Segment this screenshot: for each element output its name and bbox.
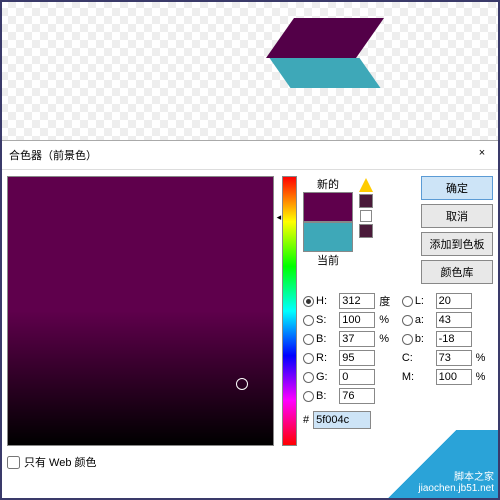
cancel-button[interactable]: 取消 xyxy=(421,204,493,228)
hue-slider[interactable]: ◂ xyxy=(282,176,297,446)
add-swatch-button[interactable]: 添加到色板 xyxy=(421,232,493,256)
input-bc[interactable] xyxy=(339,388,375,404)
web-colors-checkbox[interactable] xyxy=(7,456,20,469)
radio-b[interactable] xyxy=(402,334,413,345)
current-color-swatch[interactable] xyxy=(303,222,353,252)
radio-s[interactable] xyxy=(303,315,314,326)
saturation-brightness-field[interactable] xyxy=(7,176,274,446)
cube-icon[interactable] xyxy=(360,210,372,222)
cube-mini-swatch[interactable] xyxy=(359,224,373,238)
dialog-title: 合色器（前景色） xyxy=(9,147,97,163)
watermark: 脚本之家 jiaochen.jb51.net xyxy=(380,430,500,500)
input-hex[interactable] xyxy=(313,411,371,429)
right-panel: 新的 当前 确定 取消 添加到色板 颜色库 xyxy=(303,176,493,470)
gamut-warning-icon[interactable] xyxy=(359,178,373,192)
close-icon[interactable]: × xyxy=(473,147,491,163)
input-bv[interactable] xyxy=(339,331,375,347)
radio-h[interactable] xyxy=(303,296,314,307)
radio-r[interactable] xyxy=(303,353,314,364)
ok-button[interactable]: 确定 xyxy=(421,176,493,200)
input-m[interactable] xyxy=(436,369,472,385)
canvas-area xyxy=(0,0,500,140)
radio-a[interactable] xyxy=(402,315,413,326)
cube-bottom-face xyxy=(269,58,380,88)
input-l[interactable] xyxy=(436,293,472,309)
input-c[interactable] xyxy=(436,350,472,366)
color-value-fields: H:度 L: S:% a: B:% b: R: C:% G: M:% B: xyxy=(303,293,493,404)
color-field-panel: ◂ 只有 Web 颜色 xyxy=(7,176,297,470)
input-h[interactable] xyxy=(339,293,375,309)
radio-bc[interactable] xyxy=(303,391,314,402)
input-b[interactable] xyxy=(436,331,472,347)
gamut-mini-swatch[interactable] xyxy=(359,194,373,208)
new-label: 新的 xyxy=(303,176,353,192)
radio-g[interactable] xyxy=(303,372,314,383)
hex-prefix: # xyxy=(303,414,309,426)
radio-bv[interactable] xyxy=(303,334,314,345)
hue-marker: ◂ xyxy=(277,212,282,223)
color-libraries-button[interactable]: 颜色库 xyxy=(421,260,493,284)
input-s[interactable] xyxy=(339,312,375,328)
radio-l[interactable] xyxy=(402,296,413,307)
new-color-swatch[interactable] xyxy=(303,192,353,222)
input-r[interactable] xyxy=(339,350,375,366)
current-label: 当前 xyxy=(303,252,353,268)
titlebar: 合色器（前景色） × xyxy=(1,141,499,170)
web-colors-label: 只有 Web 颜色 xyxy=(24,454,97,470)
cube-top-face xyxy=(266,18,384,58)
input-g[interactable] xyxy=(339,369,375,385)
input-a[interactable] xyxy=(436,312,472,328)
